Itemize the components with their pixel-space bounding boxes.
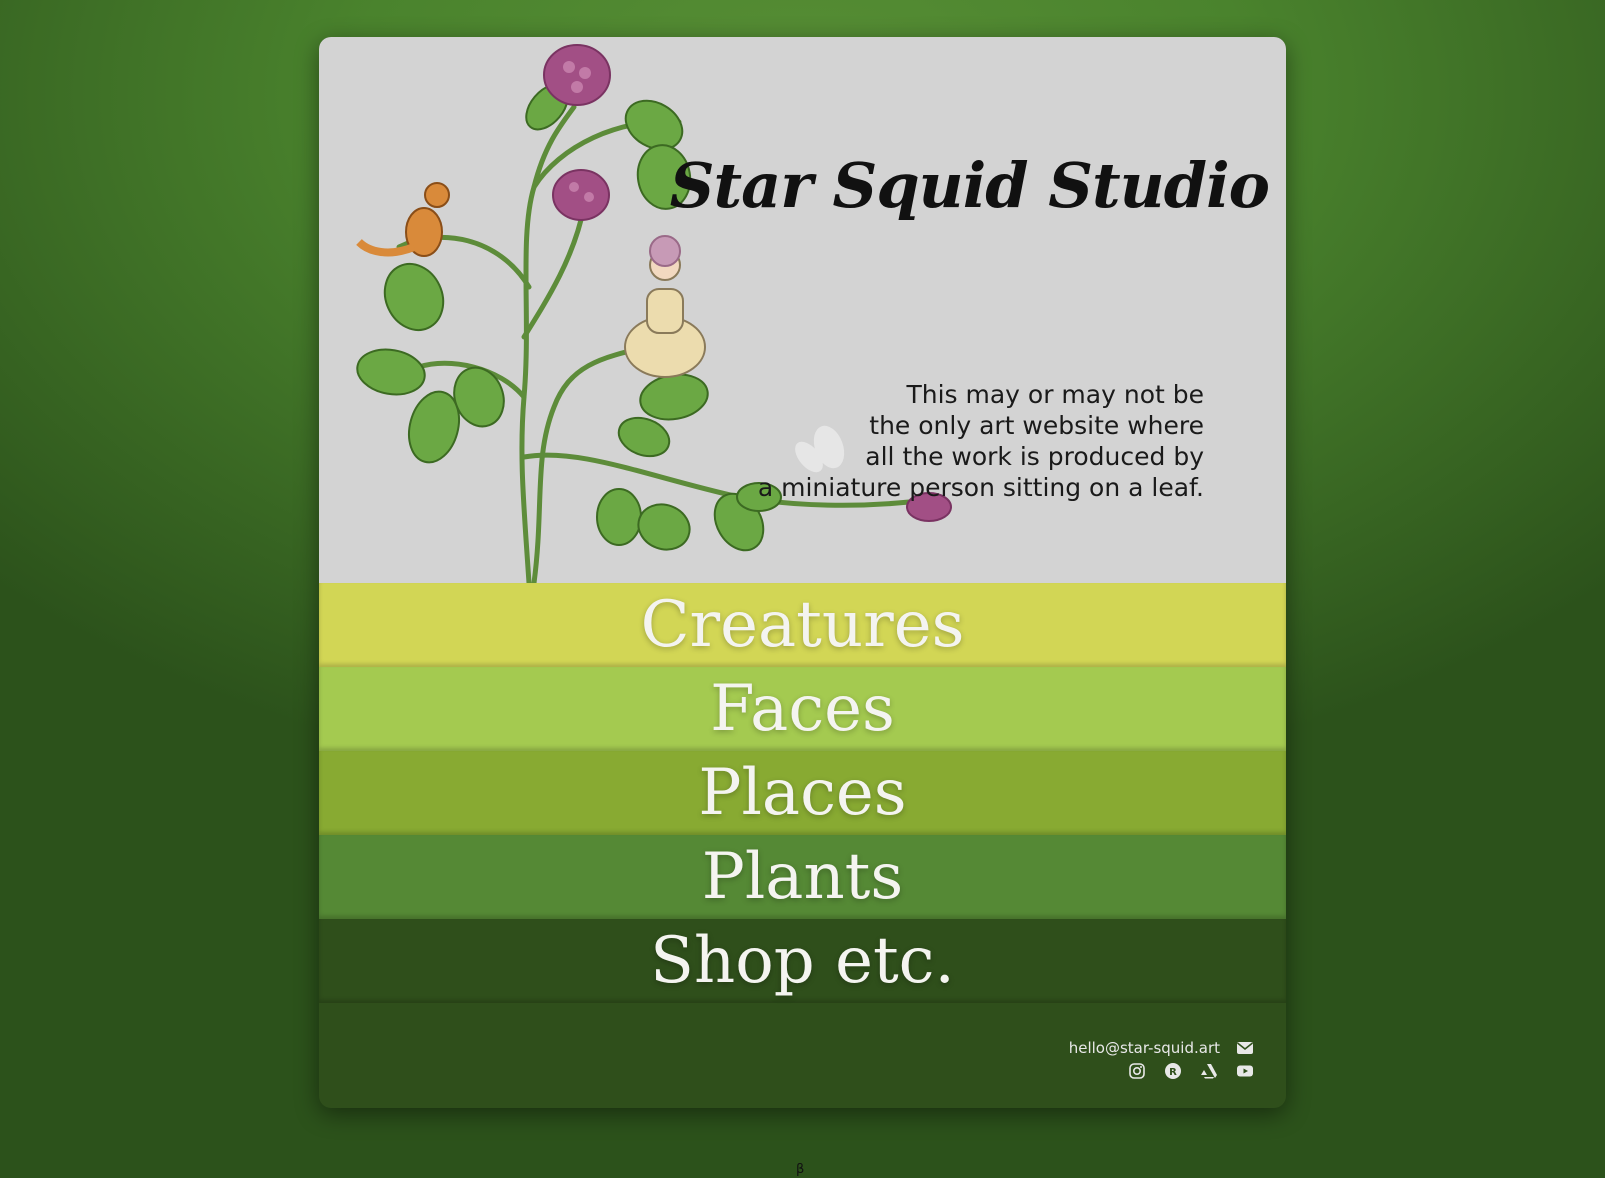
- nav-item-faces[interactable]: Faces: [319, 667, 1286, 751]
- nav-item-plants[interactable]: Plants: [319, 835, 1286, 919]
- tagline-line: all the work is produced by: [865, 442, 1204, 471]
- tagline-line: the only art website where: [869, 411, 1204, 440]
- svg-text:R: R: [1169, 1067, 1177, 1078]
- email-link[interactable]: hello@star-squid.art: [1069, 1039, 1220, 1057]
- tagline-line: This may or may not be: [906, 380, 1204, 409]
- social-icons: R: [1069, 1062, 1254, 1080]
- redbubble-icon[interactable]: R: [1164, 1062, 1182, 1080]
- nav-label: Places: [698, 756, 907, 830]
- nav-label: Plants: [701, 840, 904, 914]
- main-card: Star Squid Studio This may or may not be…: [319, 37, 1286, 1108]
- category-nav: Creatures Faces Places Plants Shop etc.: [319, 583, 1286, 1003]
- nav-label: Faces: [710, 672, 895, 746]
- tagline-line: a miniature person sitting on a leaf.: [757, 473, 1204, 502]
- youtube-icon[interactable]: [1236, 1062, 1254, 1080]
- beta-mark: β: [796, 1162, 805, 1177]
- instagram-icon[interactable]: [1128, 1062, 1146, 1080]
- nav-label: Creatures: [640, 588, 965, 662]
- hero-banner: Star Squid Studio This may or may not be…: [319, 37, 1286, 583]
- mail-icon[interactable]: [1236, 1039, 1254, 1057]
- footer-contact: hello@star-squid.art R: [1069, 1038, 1254, 1080]
- artstation-icon[interactable]: [1200, 1062, 1218, 1080]
- site-title[interactable]: Star Squid Studio: [629, 149, 1270, 222]
- email-row: hello@star-squid.art: [1069, 1038, 1254, 1058]
- nav-item-places[interactable]: Places: [319, 751, 1286, 835]
- tagline: This may or may not be the only art webs…: [758, 379, 1204, 503]
- nav-label: Shop etc.: [650, 924, 955, 998]
- nav-item-shop[interactable]: Shop etc.: [319, 919, 1286, 1003]
- nav-item-creatures[interactable]: Creatures: [319, 583, 1286, 667]
